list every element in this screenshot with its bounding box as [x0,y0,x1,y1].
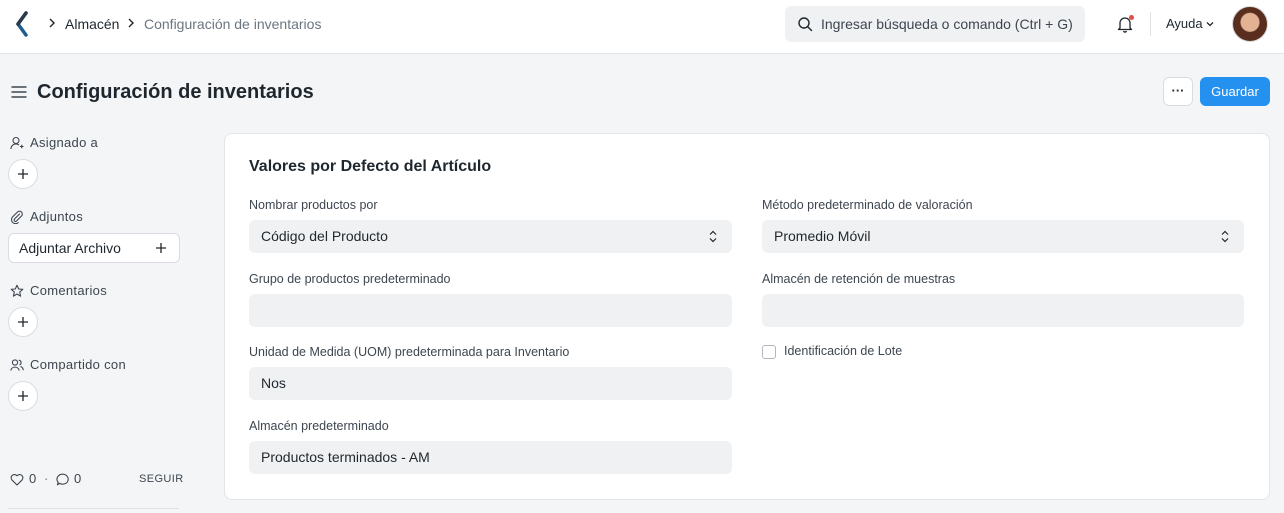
plus-icon [18,317,28,327]
chevron-right-icon [49,18,55,28]
section-title: Valores por Defecto del Artículo [249,158,492,175]
stock-uom-value: Nos [261,375,286,391]
page-title: Configuración de inventarios [37,81,314,103]
likes-count: 0 [29,471,37,486]
add-share-button[interactable] [8,381,38,411]
shared-with-label: Compartido con [30,357,126,372]
avatar[interactable] [1232,6,1268,42]
valuation-method-value: Promedio Móvil [774,228,871,244]
batch-id-checkbox[interactable] [762,345,776,359]
comments-label: Comentarios [30,283,107,298]
search-placeholder: Ingresar búsqueda o comando (Ctrl + G) [821,16,1073,32]
chevron-down-icon[interactable] [1205,19,1215,29]
default-warehouse-label: Almacén predeterminado [249,419,389,433]
select-arrows-icon [1221,230,1229,243]
sidebar-divider [8,508,179,509]
add-assignee-button[interactable] [8,159,38,189]
breadcrumb-almacen[interactable]: Almacén [65,15,119,33]
select-arrows-icon [709,230,717,243]
follow-button[interactable]: SEGUIR [139,472,184,486]
users-icon [10,359,24,371]
default-warehouse-value: Productos terminados - AM [261,449,430,465]
save-button[interactable]: Guardar [1200,77,1270,106]
plus-icon [18,391,28,401]
search-icon [798,17,813,32]
add-comment-button[interactable] [8,307,38,337]
valuation-method-label: Método predeterminado de valoración [762,198,973,212]
more-actions-button[interactable]: ··· [1163,77,1193,106]
item-group-input[interactable] [249,294,732,327]
stock-uom-input[interactable]: Nos [249,367,732,400]
heart-icon[interactable] [10,473,24,486]
plus-icon [156,243,166,253]
attach-file-button[interactable]: Adjuntar Archivo [8,233,180,263]
paperclip-icon [10,210,23,224]
comments-count: 0 [74,471,82,486]
assigned-to-label: Asignado a [30,135,99,150]
sample-warehouse-input[interactable] [762,294,1244,327]
chevron-right-icon [128,18,134,28]
batch-id-label: Identificación de Lote [784,344,903,358]
user-icon [10,136,24,150]
item-naming-label: Nombrar productos por [249,198,378,212]
navbar-divider [1150,12,1151,36]
navbar: Almacén Configuración de inventarios Ing… [0,0,1284,54]
stock-uom-label: Unidad de Medida (UOM) predeterminada pa… [249,345,570,359]
comment-icon[interactable] [56,473,70,486]
item-naming-value: Código del Producto [261,228,388,244]
breadcrumb-current[interactable]: Configuración de inventarios [144,15,321,33]
sample-warehouse-label: Almacén de retención de muestras [762,272,956,286]
footer-separator: · [44,471,49,486]
item-naming-select[interactable]: Código del Producto [249,220,732,253]
plus-icon [18,169,28,179]
notification-dot [1129,15,1134,20]
app-logo-icon[interactable] [14,11,30,37]
help-menu[interactable]: Ayuda [1166,16,1203,32]
attach-file-label: Adjuntar Archivo [19,240,121,256]
default-warehouse-input[interactable]: Productos terminados - AM [249,441,732,474]
menu-icon[interactable] [11,85,27,99]
search-input[interactable]: Ingresar búsqueda o comando (Ctrl + G) [785,6,1085,42]
attachments-label: Adjuntos [30,209,83,224]
item-group-label: Grupo de productos predeterminado [249,272,451,286]
valuation-method-select[interactable]: Promedio Móvil [762,220,1244,253]
star-icon [10,284,24,297]
